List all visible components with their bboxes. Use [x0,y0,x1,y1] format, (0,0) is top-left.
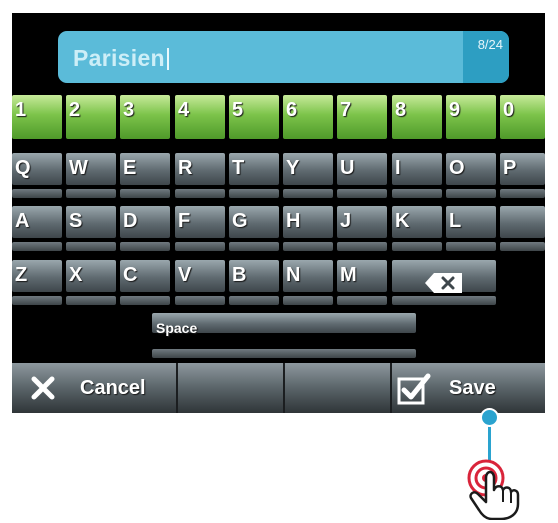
key-c[interactable]: C [120,260,170,310]
input-value: Parisien [73,45,169,72]
key-label: G [232,210,248,232]
key-label: D [123,210,138,232]
key-e[interactable]: E [120,153,170,203]
key-i[interactable]: I [392,153,442,203]
key-label: L [449,210,462,232]
key-z[interactable]: Z [12,260,62,310]
key-label: F [178,210,191,232]
key-blank[interactable] [500,206,545,256]
text-input-field[interactable]: Parisien 8/24 [58,31,509,83]
key-label: C [123,264,138,286]
key-label: H [286,210,301,232]
key-label: 9 [449,99,461,121]
key-label: A [15,210,30,232]
bottom-bar-empty-2 [285,363,392,413]
key-label: Y [286,157,300,179]
key-label: 0 [503,99,515,121]
key-label: T [232,157,245,179]
key-u[interactable]: U [337,153,387,203]
key-label: 7 [340,99,352,121]
space-label: Space [156,320,198,336]
key-t[interactable]: T [229,153,279,203]
key-7[interactable]: 7 [337,95,387,145]
save-button[interactable]: Save [392,363,545,413]
cancel-label: Cancel [80,377,146,399]
key-x[interactable]: X [66,260,116,310]
key-l[interactable]: L [446,206,496,256]
key-label: O [449,157,465,179]
key-label: U [340,157,355,179]
key-2[interactable]: 2 [66,95,116,145]
key-5[interactable]: 5 [229,95,279,145]
key-label: P [503,157,517,179]
key-label: 8 [395,99,407,121]
key-w[interactable]: W [66,153,116,203]
key-label: E [123,157,137,179]
key-label: X [69,264,83,286]
space-key[interactable]: Space [152,313,416,363]
key-6[interactable]: 6 [283,95,333,145]
key-8[interactable]: 8 [392,95,442,145]
key-9[interactable]: 9 [446,95,496,145]
key-label: W [69,157,88,179]
key-label: R [178,157,193,179]
backspace-key[interactable] [392,260,496,310]
key-label: 3 [123,99,135,121]
key-label: 2 [69,99,81,121]
key-a[interactable]: A [12,206,62,256]
key-label: N [286,264,301,286]
key-f[interactable]: F [175,206,225,256]
key-m[interactable]: M [337,260,387,310]
key-label: M [340,264,357,286]
key-q[interactable]: Q [12,153,62,203]
key-h[interactable]: H [283,206,333,256]
checkbox-check-icon [397,373,431,405]
close-icon [31,376,55,400]
key-label: Z [15,264,28,286]
key-1[interactable]: 1 [12,95,62,145]
key-y[interactable]: Y [283,153,333,203]
key-s[interactable]: S [66,206,116,256]
text-cursor [166,48,169,70]
character-counter: 8/24 [477,37,503,52]
key-4[interactable]: 4 [175,95,225,145]
key-label: V [178,264,192,286]
key-r[interactable]: R [175,153,225,203]
tap-hand-icon [467,459,520,520]
bottom-bar-empty-1 [178,363,285,413]
key-o[interactable]: O [446,153,496,203]
key-k[interactable]: K [392,206,442,256]
key-n[interactable]: N [283,260,333,310]
device-screen: Parisien 8/24 1 2 3 4 5 6 7 8 9 0 Q W E … [12,13,545,413]
key-p[interactable]: P [500,153,545,203]
key-label: B [232,264,247,286]
key-v[interactable]: V [175,260,225,310]
key-label: 4 [178,99,190,121]
key-d[interactable]: D [120,206,170,256]
key-0[interactable]: 0 [500,95,545,145]
key-label: Q [15,157,31,179]
key-label: 1 [15,99,27,121]
key-label: S [69,210,83,232]
key-label: I [395,157,401,179]
key-b[interactable]: B [229,260,279,310]
cancel-button[interactable]: Cancel [12,363,178,413]
key-label: 6 [286,99,298,121]
key-g[interactable]: G [229,206,279,256]
key-label: 5 [232,99,244,121]
backspace-icon [425,273,462,293]
key-3[interactable]: 3 [120,95,170,145]
key-label: J [340,210,352,232]
key-label: K [395,210,410,232]
save-label: Save [449,377,496,399]
key-j[interactable]: J [337,206,387,256]
tap-indicator-dot [480,408,499,427]
